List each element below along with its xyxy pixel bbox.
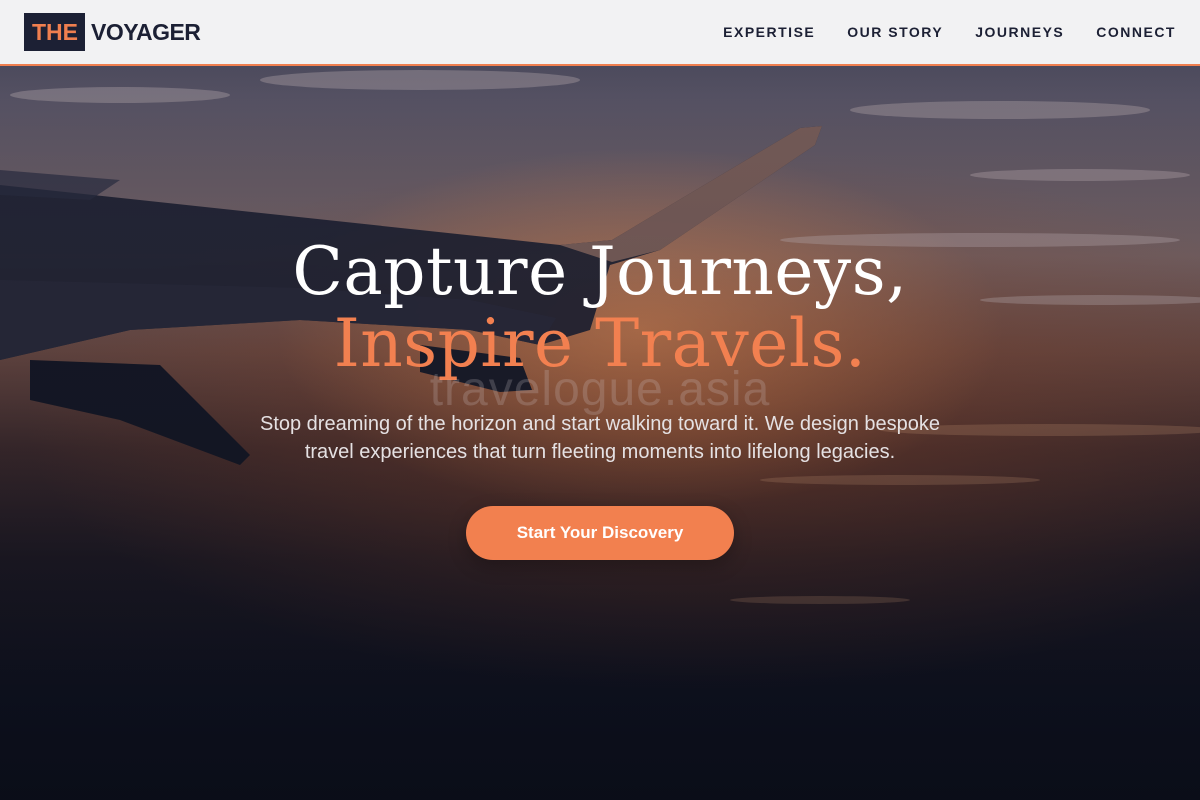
nav-link-journeys[interactable]: JOURNEYS [975, 24, 1064, 40]
brand-logo[interactable]: THE VOYAGER [24, 13, 201, 51]
nav-link-expertise[interactable]: EXPERTISE [723, 24, 815, 40]
site-header: THE VOYAGER EXPERTISE OUR STORY JOURNEYS… [0, 0, 1200, 66]
start-discovery-button[interactable]: Start Your Discovery [466, 506, 734, 560]
hero-section: travelogue.asia Capture Journeys, Inspir… [0, 236, 1200, 560]
hero-title-line2: Inspire Travels. [333, 305, 867, 382]
nav-link-our-story[interactable]: OUR STORY [847, 24, 943, 40]
hero-title-line1: Capture Journeys, [292, 233, 908, 310]
hero-subtitle: Stop dreaming of the horizon and start w… [259, 413, 941, 463]
nav-link-connect[interactable]: CONNECT [1096, 24, 1176, 40]
logo-wordmark: VOYAGER [91, 18, 201, 45]
main-nav: EXPERTISE OUR STORY JOURNEYS CONNECT [691, 24, 1176, 40]
logo-mark: THE [24, 13, 85, 51]
